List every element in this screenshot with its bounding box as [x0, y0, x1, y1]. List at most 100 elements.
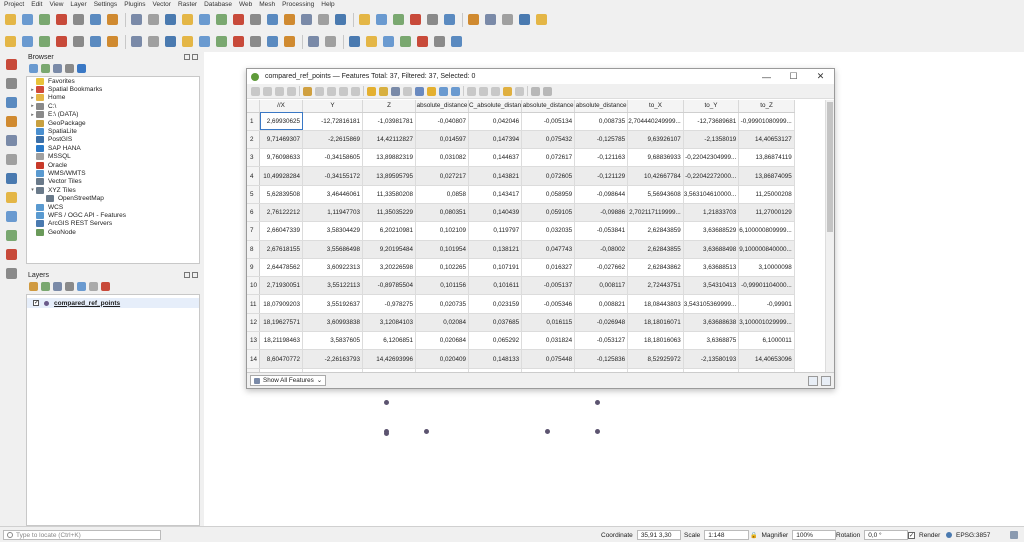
- cut-icon[interactable]: [327, 86, 336, 96]
- delete-selected-icon[interactable]: [197, 34, 212, 49]
- row-number[interactable]: 13: [247, 331, 260, 351]
- menu-view[interactable]: View: [49, 1, 63, 8]
- table-cell[interactable]: -2,26163793: [302, 349, 364, 369]
- scrollbar-thumb[interactable]: [827, 102, 833, 232]
- table-row[interactable]: 10 2,71930051 3,55122113 -0,89785504 0,10115…: [247, 276, 795, 296]
- row-number[interactable]: 4: [247, 166, 260, 186]
- layer-visibility-checkbox[interactable]: ✓: [33, 300, 39, 306]
- table-cell[interactable]: 10,42667784: [627, 166, 684, 186]
- add-selected-layers-icon[interactable]: [41, 63, 50, 73]
- table-row[interactable]: 6 2,76122212 1,11947703 11,35035229 0,080351…: [247, 203, 795, 223]
- float-panel-icon[interactable]: [184, 272, 190, 278]
- table-cell[interactable]: 1,21833703: [683, 203, 740, 223]
- table-cell[interactable]: 2,76122212: [259, 203, 304, 223]
- add-postgis-icon[interactable]: [3, 151, 19, 167]
- table-cell[interactable]: -1,03981781: [362, 112, 417, 131]
- table-cell[interactable]: 0,027217: [415, 166, 470, 186]
- browser-item[interactable]: ▾ XYZ Tiles: [27, 186, 199, 194]
- table-cell[interactable]: -0,09886: [574, 203, 629, 223]
- menu-plugins[interactable]: Plugins: [124, 1, 145, 8]
- table-cell[interactable]: -0,22042272000...: [683, 166, 740, 186]
- vertex-tool-icon[interactable]: [180, 34, 195, 49]
- pan-icon[interactable]: [129, 12, 144, 27]
- label-change-icon[interactable]: [432, 34, 447, 49]
- table-cell[interactable]: 3,58304429: [302, 221, 364, 241]
- table-cell[interactable]: -2,2615869: [302, 130, 364, 150]
- zoom-to-selected-icon[interactable]: [451, 86, 460, 96]
- menu-processing[interactable]: Processing: [282, 1, 314, 8]
- table-cell[interactable]: 9,68836933: [627, 148, 684, 168]
- menu-web[interactable]: Web: [239, 1, 252, 8]
- data-source-manager-icon[interactable]: [20, 34, 35, 49]
- conditional-formatting-icon[interactable]: [515, 86, 524, 96]
- table-corner[interactable]: [247, 100, 260, 113]
- add-mesh-layer-icon[interactable]: [3, 94, 19, 110]
- vertical-scrollbar[interactable]: [825, 100, 834, 372]
- browser-item[interactable]: PostGIS: [27, 136, 199, 144]
- menu-database[interactable]: Database: [204, 1, 232, 8]
- add-virtual-layer-icon[interactable]: [3, 265, 19, 281]
- table-cell[interactable]: 2,704440249999...: [627, 112, 684, 131]
- browser-item[interactable]: ▸ E:\ (DATA): [27, 111, 199, 119]
- show-labels-icon[interactable]: [381, 34, 396, 49]
- save-project-icon[interactable]: [37, 12, 52, 27]
- row-number[interactable]: 14: [247, 349, 260, 369]
- expand-all-icon[interactable]: [77, 281, 86, 291]
- table-cell[interactable]: -0,99901: [738, 294, 795, 314]
- table-cell[interactable]: 3,55192637: [302, 294, 364, 314]
- locator-bar[interactable]: Type to locate (Ctrl+K): [3, 530, 161, 540]
- select-features-icon[interactable]: [374, 12, 389, 27]
- table-cell[interactable]: 0,072605: [521, 166, 576, 186]
- table-row[interactable]: 3 9,76098633 -0,34158605 13,89882319 0,03108…: [247, 148, 795, 168]
- row-number[interactable]: 1: [247, 112, 260, 131]
- add-vector-layer-icon[interactable]: [3, 56, 19, 72]
- table-cell[interactable]: 3,10000098: [738, 258, 795, 278]
- table-row[interactable]: 9 2,64478562 3,60922313 3,20226598 0,102265 0…: [247, 258, 795, 278]
- scale-input[interactable]: 1:148: [704, 530, 750, 540]
- field-calculator-icon[interactable]: [408, 12, 423, 27]
- table-cell[interactable]: 6,100000809999...: [738, 221, 795, 241]
- menu-mesh[interactable]: Mesh: [259, 1, 275, 8]
- add-feature-icon[interactable]: [163, 34, 178, 49]
- row-number[interactable]: 8: [247, 240, 260, 259]
- table-cell[interactable]: -0,125836: [574, 349, 629, 369]
- table-cell[interactable]: 2,62843859: [627, 221, 684, 241]
- table-cell[interactable]: 3,63688513: [683, 258, 740, 278]
- form-view-icon[interactable]: [808, 375, 818, 386]
- browser-item[interactable]: Oracle: [27, 161, 199, 169]
- save-as-icon[interactable]: [54, 12, 69, 27]
- table-cell[interactable]: 0,075432: [521, 130, 576, 150]
- remove-layer-icon[interactable]: [101, 281, 110, 291]
- zoom-in-icon[interactable]: [163, 12, 178, 27]
- browser-item[interactable]: ▸ C:\: [27, 102, 199, 110]
- organize-columns-icon[interactable]: [491, 86, 500, 96]
- undo-icon[interactable]: [265, 34, 280, 49]
- table-cell[interactable]: 2,72443751: [627, 276, 684, 296]
- text-annotation-icon[interactable]: [449, 34, 464, 49]
- table-cell[interactable]: 18,07909203: [259, 294, 304, 314]
- table-cell[interactable]: 3,5837605: [302, 331, 364, 351]
- table-cell[interactable]: 0,138121: [468, 240, 523, 259]
- table-cell[interactable]: 9,76098633: [259, 148, 304, 168]
- table-row[interactable]: 7 2,66047339 3,58304429 6,20210981 0,102109 0…: [247, 221, 795, 241]
- column-header[interactable]: //X: [259, 100, 304, 113]
- filter-icon[interactable]: [53, 63, 62, 73]
- close-panel-icon[interactable]: [192, 272, 198, 278]
- plugin-icon[interactable]: [323, 34, 338, 49]
- style-panel-icon[interactable]: [29, 281, 38, 291]
- deselect-icon[interactable]: [403, 86, 412, 96]
- column-header[interactable]: absolute_distance: [521, 100, 576, 113]
- save-edits-icon[interactable]: [146, 34, 161, 49]
- table-cell[interactable]: 6,1206851: [362, 331, 417, 351]
- close-panel-icon[interactable]: [192, 54, 198, 60]
- table-cell[interactable]: 0,020409: [415, 349, 470, 369]
- add-group-icon[interactable]: [41, 281, 50, 291]
- paste-icon[interactable]: [351, 86, 360, 96]
- table-cell[interactable]: 13,86874119: [738, 148, 795, 168]
- table-cell[interactable]: 2,69930625: [259, 112, 304, 131]
- table-cell[interactable]: 2,702117119999...: [627, 203, 684, 223]
- table-cell[interactable]: 3,100001029999...: [738, 313, 795, 333]
- pan-to-selected-icon[interactable]: [439, 86, 448, 96]
- table-cell[interactable]: -12,72816181: [302, 112, 364, 131]
- filter-legend-icon[interactable]: [65, 281, 74, 291]
